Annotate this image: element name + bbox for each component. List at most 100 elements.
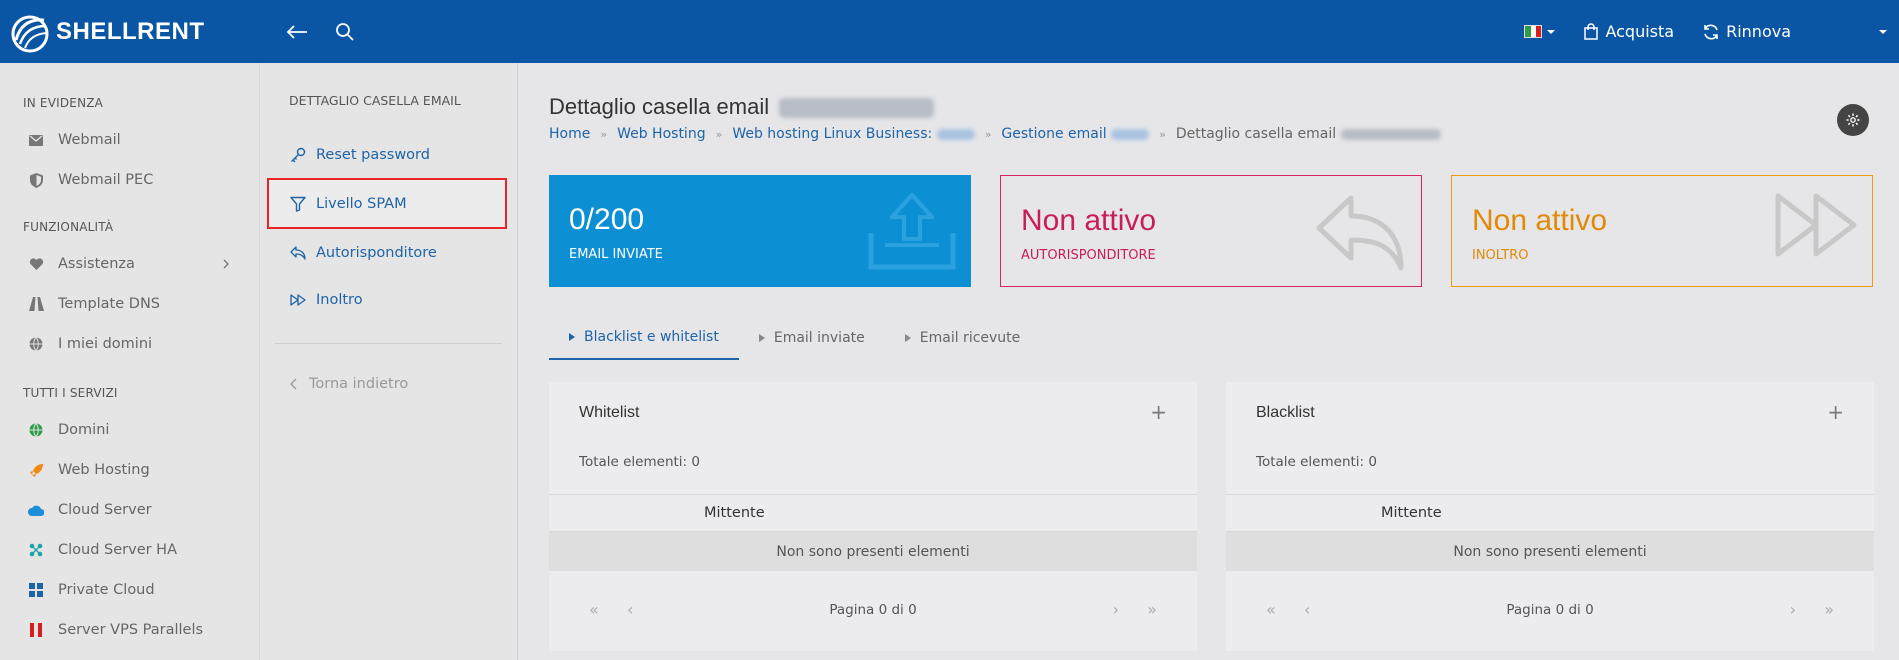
forward-icon (290, 293, 306, 306)
page-title: Dettaglio casella email (549, 94, 935, 120)
cloud-icon (28, 502, 44, 518)
breadcrumb-current: Dettaglio casella email (1176, 126, 1441, 142)
main-content: Dettaglio casella email Home » Web Hosti… (519, 63, 1899, 660)
breadcrumb-home[interactable]: Home (549, 126, 590, 142)
redacted-text (936, 128, 975, 140)
submenu-item-label: Autorisponditore (316, 244, 437, 261)
sidebar-section-title: FUNZIONALITÀ (23, 220, 114, 234)
tab-email-ricevute[interactable]: Email ricevute (885, 316, 1041, 360)
acquista-label: Acquista (1605, 22, 1675, 41)
sidebar-item-cloud-server-ha[interactable]: Cloud Server HA (0, 530, 259, 570)
add-blacklist-button[interactable]: + (1827, 400, 1844, 424)
breadcrumb-separator: » (1159, 127, 1166, 141)
italy-flag-icon (1524, 25, 1543, 38)
last-page-button[interactable]: » (1147, 600, 1157, 619)
panel-title: Whitelist (579, 404, 640, 421)
next-page-button[interactable]: › (1113, 600, 1119, 619)
stat-card-autorisponditore: Non attivo AUTORISPONDITORE (1000, 175, 1422, 287)
caret-right-icon (904, 334, 911, 342)
shell-logo-icon (11, 15, 49, 52)
tab-label: Email ricevute (919, 330, 1021, 346)
sidebar-item-domini[interactable]: Domini (0, 410, 259, 450)
sidebar-item-server-vps-parallels[interactable]: Server VPS Parallels (0, 610, 259, 650)
last-page-button[interactable]: » (1824, 600, 1834, 619)
tab-label: Blacklist e whitelist (584, 329, 719, 345)
acquista-link[interactable]: Acquista (1583, 22, 1674, 41)
tab-bar: Blacklist e whitelist Email inviate Emai… (549, 316, 1869, 361)
settings-button[interactable] (1837, 104, 1869, 136)
grid-icon (28, 582, 44, 598)
gear-icon (1846, 113, 1860, 127)
top-bar: SHELLRENT Acquista Rinnova (0, 0, 1899, 63)
sidebar-item-i-miei-domini[interactable]: I miei domini (0, 324, 259, 364)
heart-hands-icon (28, 256, 44, 272)
sidebar-item-webmail[interactable]: Webmail (0, 120, 259, 160)
sidebar-item-assistenza[interactable]: Assistenza (0, 244, 259, 284)
column-header-mittente[interactable]: Mittente (1381, 505, 1442, 521)
submenu-item-livello-spam[interactable]: Livello SPAM (267, 178, 507, 229)
sidebar-item-label: Web Hosting (58, 462, 150, 478)
sidebar-item-webmail-pec[interactable]: Webmail PEC (0, 160, 259, 200)
submenu-item-autorisponditore[interactable]: Autorisponditore (260, 229, 517, 276)
submenu-item-label: Inoltro (316, 291, 363, 308)
submenu-divider (275, 343, 502, 344)
submenu-item-reset-password[interactable]: Reset password (260, 131, 517, 178)
tab-blacklist-whitelist[interactable]: Blacklist e whitelist (549, 316, 739, 360)
user-menu-chevron-icon[interactable] (1879, 29, 1887, 34)
back-link[interactable]: Torna indietro (260, 364, 517, 404)
stat-label: INOLTRO (1472, 248, 1529, 263)
sidebar-item-private-cloud[interactable]: Private Cloud (0, 570, 259, 610)
reply-large-icon (1316, 195, 1404, 271)
submenu-item-inoltro[interactable]: Inoltro (260, 276, 517, 323)
empty-row: Non sono presenti elementi (549, 532, 1197, 571)
globe-green-icon (28, 422, 44, 438)
rocket-icon (28, 462, 44, 478)
road-icon (28, 296, 44, 312)
back-arrow-icon[interactable] (282, 17, 312, 47)
breadcrumb-label: Gestione email (1001, 126, 1107, 142)
language-selector[interactable] (1524, 25, 1556, 38)
blacklist-panel: Blacklist + Totale elementi: 0 Mittente … (1226, 382, 1874, 651)
breadcrumb: Home » Web Hosting » Web hosting Linux B… (549, 126, 1441, 142)
sidebar-item-template-dns[interactable]: Template DNS (0, 284, 259, 324)
column-header-mittente[interactable]: Mittente (704, 505, 765, 521)
sidebar-item-label: Private Cloud (58, 582, 155, 598)
sidebar-item-cloud-server[interactable]: Cloud Server (0, 490, 259, 530)
panel-total: Totale elementi: 0 (1256, 454, 1377, 470)
chevron-down-icon (1547, 29, 1556, 34)
tab-email-inviate[interactable]: Email inviate (739, 316, 885, 360)
rinnova-link[interactable]: Rinnova (1702, 22, 1791, 41)
sidebar-item-label: Server VPS Parallels (58, 622, 204, 638)
stat-value: Non attivo (1472, 204, 1608, 237)
empty-row: Non sono presenti elementi (1226, 532, 1874, 571)
pagination: « ‹ Pagina 0 di 0 › » (1226, 590, 1874, 630)
sidebar-item-label: Webmail (58, 132, 121, 148)
parallels-icon (28, 622, 44, 638)
rinnova-label: Rinnova (1726, 22, 1791, 41)
panel-total: Totale elementi: 0 (579, 454, 700, 470)
table-header: Mittente (1226, 494, 1874, 532)
sidebar-item-label: Cloud Server HA (58, 542, 178, 558)
sidebar-item-web-hosting[interactable]: Web Hosting (0, 450, 259, 490)
sidebar-item-label: Cloud Server (58, 502, 152, 518)
add-whitelist-button[interactable]: + (1150, 400, 1167, 424)
sidebar-item-label: Template DNS (58, 296, 160, 312)
breadcrumb-web-hosting[interactable]: Web Hosting (617, 126, 706, 142)
caret-right-icon (569, 333, 575, 341)
stat-value: Non attivo (1021, 204, 1157, 237)
breadcrumb-gestione-email[interactable]: Gestione email (1001, 126, 1150, 142)
brand-logo[interactable]: SHELLRENT (8, 0, 205, 63)
stat-label: AUTORISPONDITORE (1021, 248, 1156, 263)
redacted-text (1340, 128, 1441, 140)
search-icon[interactable] (330, 17, 360, 47)
stat-label: EMAIL INVIATE (569, 247, 663, 262)
email-detail-submenu: DETTAGLIO CASELLA EMAIL Reset password L… (260, 63, 518, 660)
forward-large-icon (1775, 193, 1857, 257)
network-icon (28, 542, 44, 558)
next-page-button[interactable]: › (1790, 600, 1796, 619)
table-header: Mittente (549, 494, 1197, 532)
breadcrumb-separator: » (600, 127, 608, 141)
breadcrumb-web-hosting-linux[interactable]: Web hosting Linux Business: (732, 126, 975, 142)
pagination: « ‹ Pagina 0 di 0 › » (549, 590, 1197, 630)
sidebar-section-title: TUTTI I SERVIZI (23, 386, 118, 400)
